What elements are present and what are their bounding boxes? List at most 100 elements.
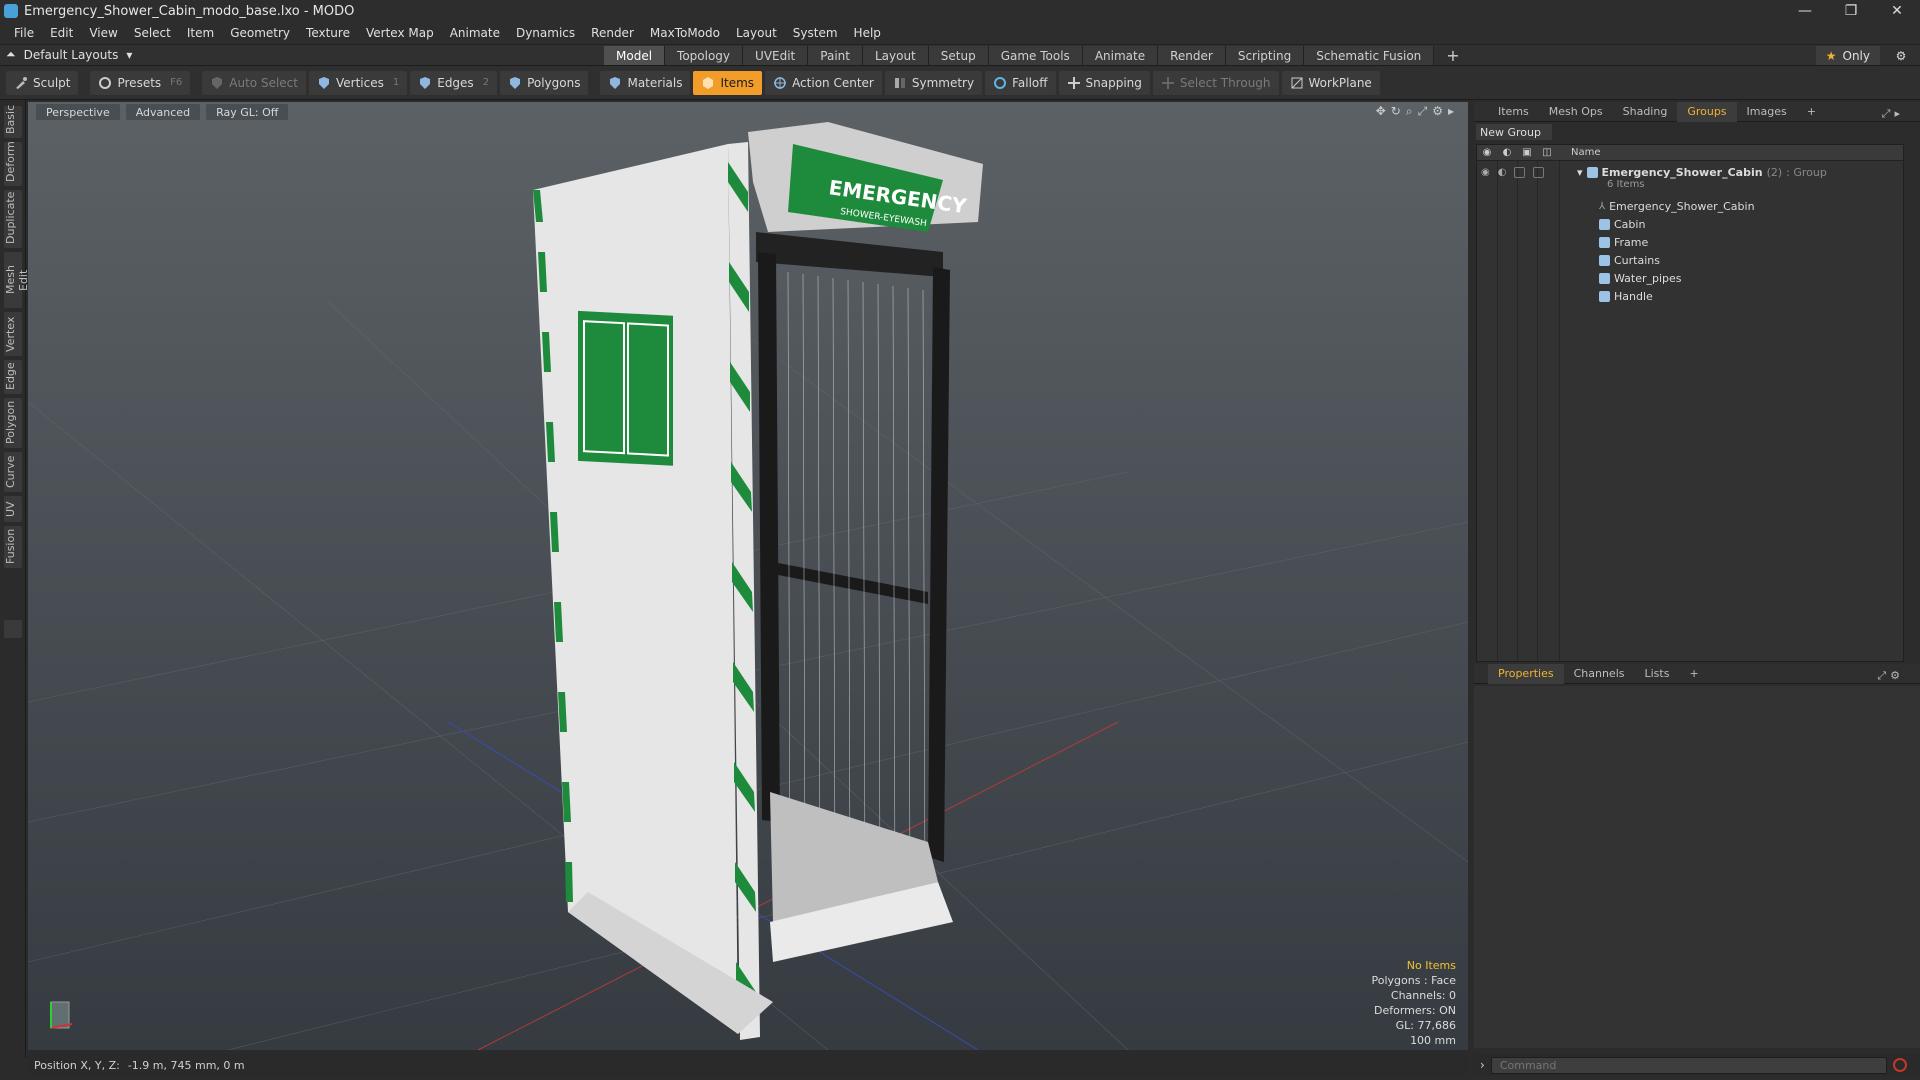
menu-select[interactable]: Select xyxy=(126,26,179,40)
menu-view[interactable]: View xyxy=(81,26,125,40)
select-checkbox[interactable] xyxy=(1533,166,1545,178)
list-item[interactable]: Frame xyxy=(1477,233,1903,251)
3d-viewport[interactable]: EMERGENCY SHOWER-EYEWASH Perspective Adv… xyxy=(28,102,1468,1050)
rotate-icon[interactable]: ↻ xyxy=(1391,104,1401,119)
tab-vertex[interactable]: Vertex xyxy=(4,312,22,356)
tab-setup[interactable]: Setup xyxy=(928,46,989,65)
menu-file[interactable]: File xyxy=(6,26,42,40)
add-tab-button[interactable]: + xyxy=(1434,46,1471,65)
menu-animate[interactable]: Animate xyxy=(442,26,508,40)
tab-uv[interactable]: UV xyxy=(4,496,22,522)
vertices-button[interactable]: Vertices 1 xyxy=(308,70,408,95)
tab-edge[interactable]: Edge xyxy=(4,360,22,394)
select-col-icon[interactable]: ◫ xyxy=(1537,147,1557,158)
materials-button[interactable]: Materials xyxy=(600,70,691,95)
record-macro-icon[interactable] xyxy=(1892,1058,1907,1072)
falloff-button[interactable]: Falloff xyxy=(985,70,1056,95)
close-button[interactable]: ✕ xyxy=(1874,0,1920,22)
tab-shading[interactable]: Shading xyxy=(1613,102,1678,122)
tab-mesh-ops[interactable]: Mesh Ops xyxy=(1539,102,1613,122)
tab-animate[interactable]: Animate xyxy=(1082,46,1159,65)
edges-button[interactable]: Edges 2 xyxy=(410,70,498,95)
command-input[interactable] xyxy=(1490,1056,1887,1074)
list-item[interactable]: ⅄ Emergency_Shower_Cabin xyxy=(1477,197,1903,215)
menu-edit[interactable]: Edit xyxy=(42,26,81,40)
list-item[interactable]: Cabin xyxy=(1477,215,1903,233)
render-col-icon[interactable]: ◐ xyxy=(1497,147,1517,158)
raygl-button[interactable]: Ray GL: Off xyxy=(206,104,289,120)
tab-deform[interactable]: Deform xyxy=(4,141,22,186)
add-properties-tab-button[interactable]: + xyxy=(1679,664,1708,684)
menu-system[interactable]: System xyxy=(785,26,846,40)
lock-checkbox[interactable] xyxy=(1514,166,1526,178)
view-mode-button[interactable]: Perspective xyxy=(36,104,120,120)
list-item[interactable]: Water_pipes xyxy=(1477,269,1903,287)
zoom-icon[interactable]: ⌕ xyxy=(1406,104,1413,119)
only-button[interactable]: ★ Only xyxy=(1815,46,1880,65)
symmetry-button[interactable]: Symmetry xyxy=(884,70,983,95)
snapping-button[interactable]: Snapping xyxy=(1058,70,1150,95)
fit-icon[interactable]: ⤢ xyxy=(1418,104,1428,119)
gear-icon[interactable]: ⚙ xyxy=(1890,46,1912,65)
add-panel-tab-button[interactable]: + xyxy=(1797,102,1826,122)
tab-basic[interactable]: Basic xyxy=(4,105,22,138)
tab-paint[interactable]: Paint xyxy=(808,46,863,65)
visibility-col-icon[interactable]: ◉ xyxy=(1477,147,1497,158)
tab-model[interactable]: Model xyxy=(604,46,666,65)
menu-item[interactable]: Item xyxy=(179,26,222,40)
list-item[interactable]: Curtains xyxy=(1477,251,1903,269)
tab-channels[interactable]: Channels xyxy=(1564,664,1635,684)
tab-render[interactable]: Render xyxy=(1158,46,1226,65)
tab-items[interactable]: Items xyxy=(1488,102,1539,122)
tab-curve[interactable]: Curve xyxy=(4,452,22,492)
action-center-button[interactable]: Action Center xyxy=(765,70,882,95)
sculpt-button[interactable]: Sculpt xyxy=(6,70,79,95)
eye-icon[interactable]: ◉ xyxy=(1481,167,1490,178)
viewport-gear-icon[interactable]: ⚙ xyxy=(1432,104,1443,119)
new-group-button[interactable]: New Group xyxy=(1476,124,1552,140)
polygons-button[interactable]: Polygons xyxy=(500,70,589,95)
panel-toggle-button[interactable] xyxy=(4,620,22,638)
tab-schematic-fusion[interactable]: Schematic Fusion xyxy=(1304,46,1435,65)
render-toggle-icon[interactable]: ◐ xyxy=(1498,167,1507,178)
tab-mesh-edit[interactable]: Mesh Edit xyxy=(4,252,30,308)
tab-duplicate[interactable]: Duplicate xyxy=(4,190,22,248)
tab-uvedit[interactable]: UVEdit xyxy=(743,46,809,65)
menu-maxtomodo[interactable]: MaxToModo xyxy=(642,26,728,40)
auto-select-button[interactable]: Auto Select xyxy=(202,70,306,95)
select-through-button[interactable]: Select Through xyxy=(1152,70,1279,95)
list-item[interactable]: Handle xyxy=(1477,287,1903,305)
layout-dropdown[interactable]: ⏶ Default Layouts ▾ xyxy=(6,47,132,62)
pan-icon[interactable]: ✥ xyxy=(1376,104,1386,119)
collapse-icon[interactable]: ⏶ xyxy=(6,47,16,62)
tab-lists[interactable]: Lists xyxy=(1635,664,1680,684)
items-button[interactable]: Items xyxy=(693,70,763,95)
menu-layout[interactable]: Layout xyxy=(728,26,785,40)
lock-col-icon[interactable]: ▣ xyxy=(1517,147,1537,158)
tab-groups[interactable]: Groups xyxy=(1677,101,1737,122)
menu-geometry[interactable]: Geometry xyxy=(222,26,298,40)
tab-polygon[interactable]: Polygon xyxy=(4,398,22,448)
menu-render[interactable]: Render xyxy=(583,26,642,40)
menu-vertex-map[interactable]: Vertex Map xyxy=(358,26,442,40)
tab-scripting[interactable]: Scripting xyxy=(1225,46,1305,65)
tab-properties[interactable]: Properties xyxy=(1488,663,1564,684)
menu-dynamics[interactable]: Dynamics xyxy=(508,26,583,40)
mesh-icon xyxy=(1599,236,1610,248)
tab-layout[interactable]: Layout xyxy=(862,46,929,65)
tab-game-tools[interactable]: Game Tools xyxy=(988,46,1083,65)
name-column-header[interactable]: Name xyxy=(1559,147,1601,158)
panel-expand-icon[interactable]: ⤢▸ xyxy=(1872,104,1914,124)
tab-fusion[interactable]: Fusion xyxy=(4,526,22,568)
expand-arrow-icon[interactable]: ▸ xyxy=(1448,104,1454,119)
minimize-button[interactable]: — xyxy=(1782,0,1828,22)
menu-texture[interactable]: Texture xyxy=(298,26,358,40)
properties-expand-icon[interactable]: ⤢⚙ xyxy=(1867,666,1914,686)
tab-images[interactable]: Images xyxy=(1737,102,1797,122)
maximize-button[interactable]: ❐ xyxy=(1828,0,1874,22)
workplane-button[interactable]: WorkPlane xyxy=(1281,70,1380,95)
shading-mode-button[interactable]: Advanced xyxy=(125,104,201,120)
presets-button[interactable]: Presets F6 xyxy=(90,70,191,95)
menu-help[interactable]: Help xyxy=(846,26,889,40)
tab-topology[interactable]: Topology xyxy=(665,46,744,65)
